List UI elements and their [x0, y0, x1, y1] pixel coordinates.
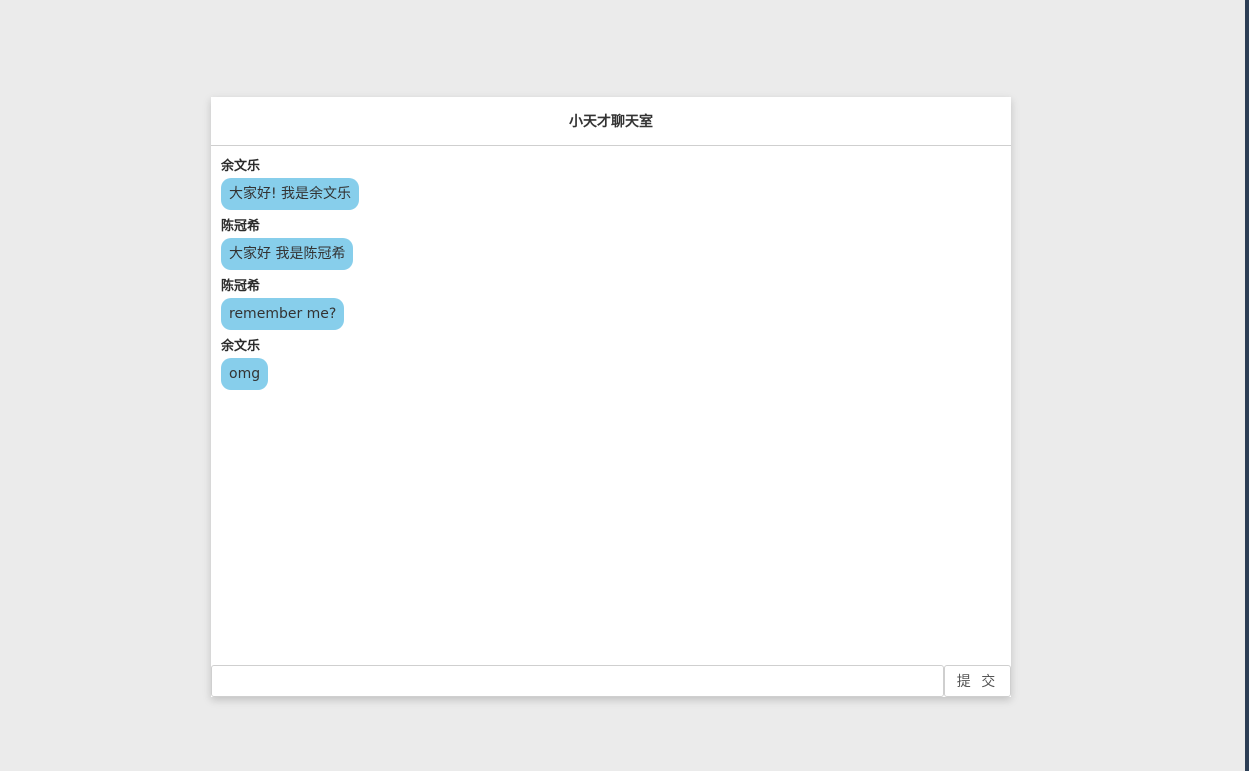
message-sender: 余文乐: [221, 159, 261, 174]
chat-title: 小天才聊天室: [569, 114, 653, 130]
message-bubble: 大家好 我是陈冠希: [221, 238, 354, 270]
message-item: 余文乐 大家好! 我是余文乐: [221, 158, 1001, 210]
message-bubble: omg: [221, 358, 269, 390]
message-item: 陈冠希 大家好 我是陈冠希: [221, 218, 1001, 270]
window-edge: [1245, 0, 1249, 771]
submit-button[interactable]: 提 交: [944, 665, 1011, 697]
chat-header: 小天才聊天室: [211, 97, 1011, 146]
message-item: 余文乐 omg: [221, 338, 1001, 390]
chat-window: 小天才聊天室 余文乐 大家好! 我是余文乐 陈冠希 大家好 我是陈冠希 陈冠希 …: [211, 97, 1011, 697]
message-bubble: remember me?: [221, 298, 345, 330]
composer-bar: 提 交: [211, 665, 1011, 697]
message-sender: 余文乐: [221, 339, 261, 354]
message-input[interactable]: [211, 665, 944, 697]
message-sender: 陈冠希: [221, 219, 261, 234]
message-item: 陈冠希 remember me?: [221, 278, 1001, 330]
message-list: 余文乐 大家好! 我是余文乐 陈冠希 大家好 我是陈冠希 陈冠希 remembe…: [211, 146, 1011, 390]
message-sender: 陈冠希: [221, 279, 261, 294]
message-bubble: 大家好! 我是余文乐: [221, 178, 360, 210]
